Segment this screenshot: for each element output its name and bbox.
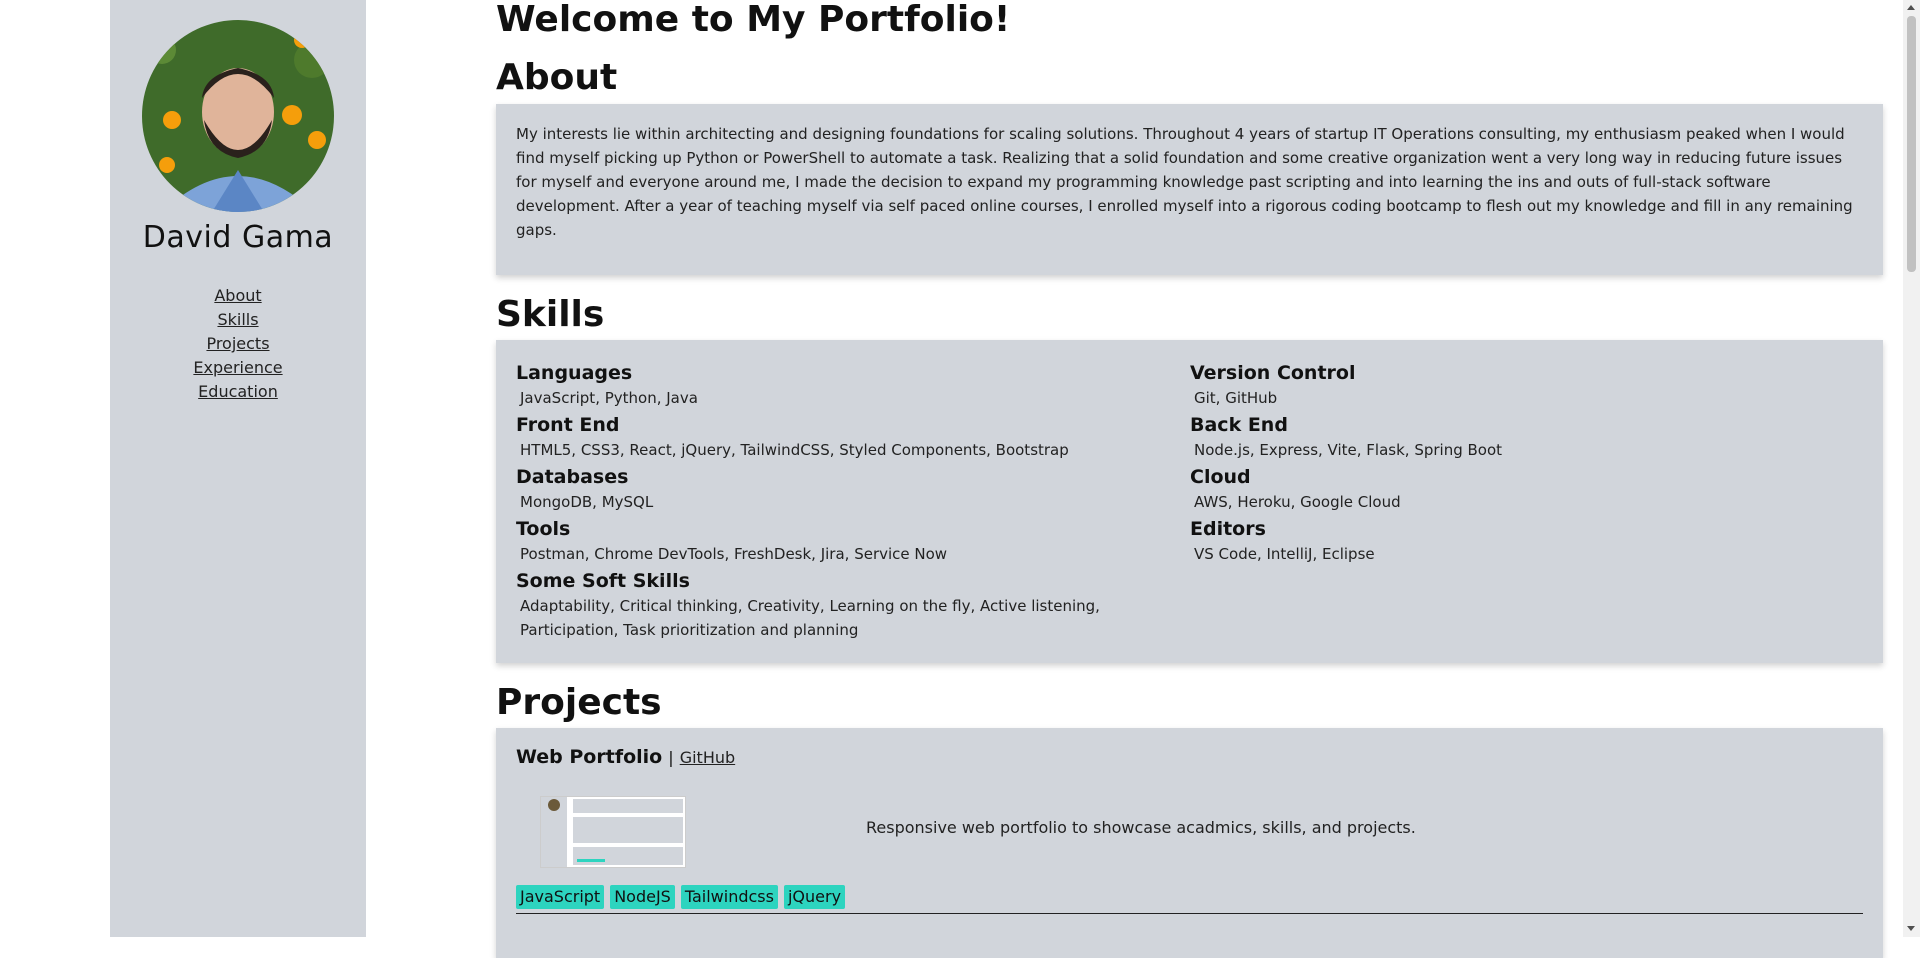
skill-group-version-control: Version Control Git, GitHub: [1190, 360, 1355, 410]
tag-nodejs: NodeJS: [610, 885, 675, 909]
skill-title: Tools: [516, 518, 571, 540]
skill-group-editors: Editors VS Code, IntelliJ, Eclipse: [1190, 516, 1375, 566]
nav-about[interactable]: About: [110, 284, 366, 308]
scroll-down-arrow-icon[interactable]: [1907, 926, 1915, 931]
skill-list: Adaptability, Critical thinking, Creativ…: [520, 597, 1100, 639]
project-description: Responsive web portfolio to showcase aca…: [866, 818, 1416, 837]
project-divider: [516, 913, 1863, 914]
page-title: Welcome to My Portfolio!: [496, 0, 1011, 40]
scrollbar-thumb[interactable]: [1907, 16, 1916, 272]
skill-group-languages: Languages JavaScript, Python, Java: [516, 360, 698, 410]
skill-title: Version Control: [1190, 362, 1356, 384]
skill-list: Postman, Chrome DevTools, FreshDesk, Jir…: [520, 545, 948, 563]
skill-list: Git, GitHub: [1194, 389, 1278, 407]
nav-projects[interactable]: Projects: [110, 332, 366, 356]
skill-group-soft-skills: Some Soft Skills Adaptability, Critical …: [516, 568, 1156, 642]
nav-skills[interactable]: Skills: [110, 308, 366, 332]
skill-title: Cloud: [1190, 466, 1251, 488]
skill-title: Front End: [516, 414, 620, 436]
skill-title: Back End: [1190, 414, 1288, 436]
skills-heading: Skills: [496, 294, 605, 335]
skill-group-front-end: Front End HTML5, CSS3, React, jQuery, Ta…: [516, 412, 1069, 462]
scroll-up-arrow-icon[interactable]: [1907, 5, 1915, 10]
nav-experience[interactable]: Experience: [110, 356, 366, 380]
about-text: My interests lie within architecting and…: [516, 125, 1853, 239]
skill-group-databases: Databases MongoDB, MySQL: [516, 464, 653, 514]
skill-list: AWS, Heroku, Google Cloud: [1194, 493, 1401, 511]
projects-heading: Projects: [496, 682, 662, 723]
project-tags: JavaScript NodeJS Tailwindcss jQuery: [516, 885, 846, 909]
project-thumbnail[interactable]: [540, 796, 686, 868]
skill-title: Some Soft Skills: [516, 570, 690, 592]
skill-title: Languages: [516, 362, 633, 384]
skill-group-back-end: Back End Node.js, Express, Vite, Flask, …: [1190, 412, 1502, 462]
sidebar: David Gama About Skills Projects Experie…: [110, 0, 366, 937]
tag-javascript: JavaScript: [516, 885, 605, 909]
project-name: Web Portfolio: [516, 746, 663, 768]
skill-group-cloud: Cloud AWS, Heroku, Google Cloud: [1190, 464, 1401, 514]
project-card: Web Portfolio | GitHub Responsive web po…: [496, 728, 1883, 958]
skill-title: Editors: [1190, 518, 1266, 540]
nav-education[interactable]: Education: [110, 380, 366, 404]
skills-card: Languages JavaScript, Python, Java Front…: [496, 340, 1883, 663]
skill-title: Databases: [516, 466, 629, 488]
sidebar-nav: About Skills Projects Experience Educati…: [110, 284, 366, 404]
profile-photo: [142, 20, 334, 212]
skill-list: VS Code, IntelliJ, Eclipse: [1194, 545, 1375, 563]
skill-list: JavaScript, Python, Java: [520, 389, 698, 407]
about-card: My interests lie within architecting and…: [496, 104, 1883, 275]
about-heading: About: [496, 57, 618, 98]
profile-name: David Gama: [142, 220, 334, 255]
tag-tailwindcss: Tailwindcss: [680, 885, 778, 909]
vertical-scrollbar[interactable]: [1903, 0, 1920, 937]
project-github-link[interactable]: GitHub: [680, 748, 735, 767]
skill-list: MongoDB, MySQL: [520, 493, 654, 511]
skill-group-tools: Tools Postman, Chrome DevTools, FreshDes…: [516, 516, 947, 566]
skill-list: Node.js, Express, Vite, Flask, Spring Bo…: [1194, 441, 1503, 459]
title-separator: |: [668, 748, 674, 767]
tag-jquery: jQuery: [783, 885, 846, 909]
skill-list: HTML5, CSS3, React, jQuery, TailwindCSS,…: [520, 441, 1069, 459]
project-title: Web Portfolio | GitHub: [516, 746, 735, 768]
